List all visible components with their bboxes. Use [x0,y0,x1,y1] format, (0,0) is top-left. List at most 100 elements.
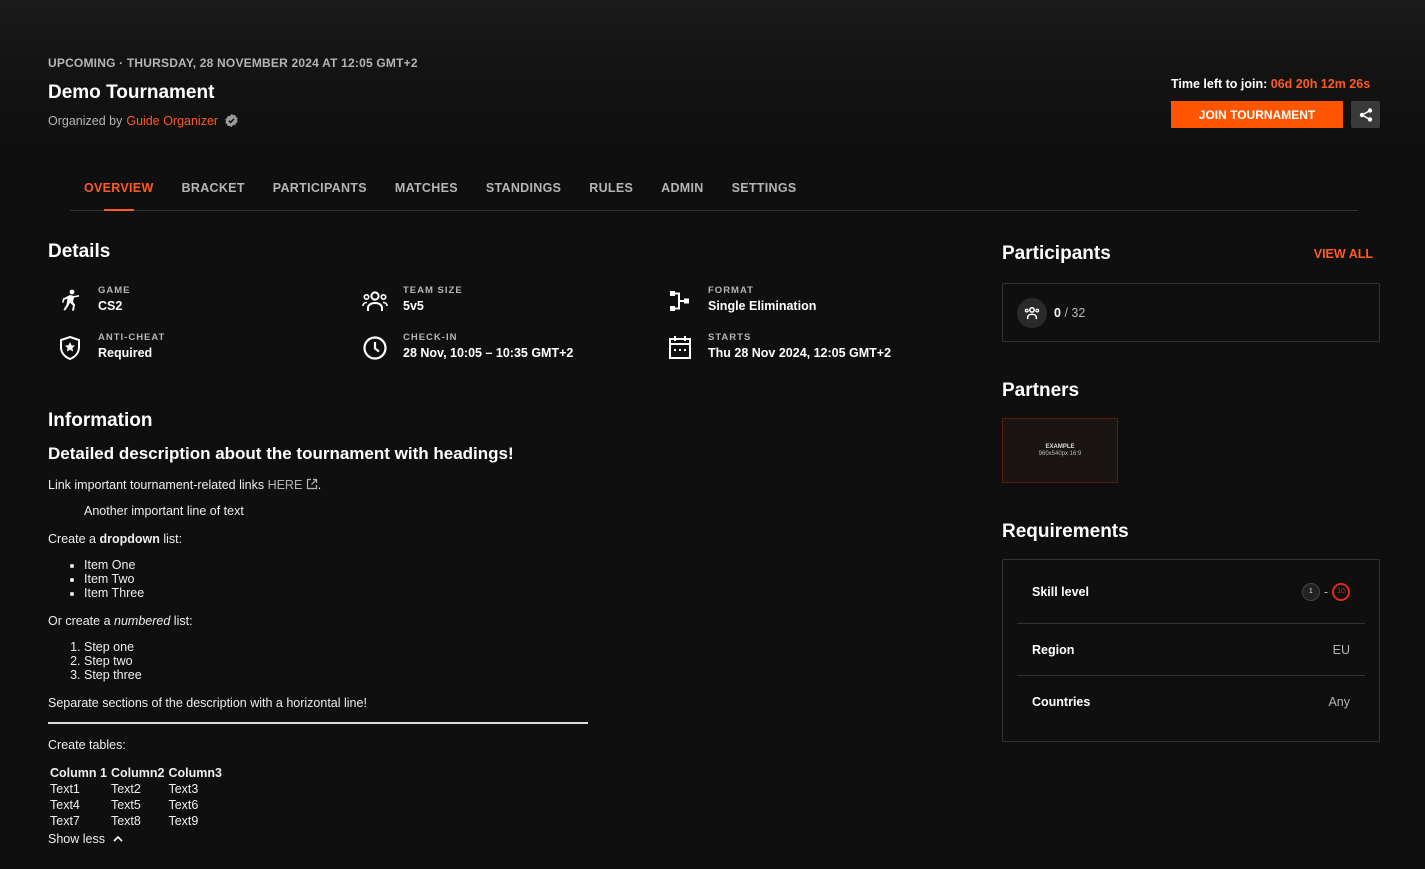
skill-max-badge: 10 [1332,582,1350,601]
detail-game: GAME CS2 [56,285,131,315]
partner-card-line1: EXAMPLE [1045,444,1075,450]
detail-value: 5v5 [403,299,424,313]
partners-title: Partners [1002,380,1080,401]
page-title: Demo Tournament [48,82,215,103]
share-button[interactable] [1351,101,1380,128]
participants-title: Participants [1002,243,1111,264]
tab-matches[interactable]: MATCHES [381,176,472,211]
table-cell: Text1 [50,782,80,796]
numbered-italic: numbered [114,614,171,628]
skill-separator: - [1323,584,1328,599]
skill-min-badge: 1 [1301,582,1320,601]
requirements-box: Skill level 1 - 10 Region EU Countries A… [1002,559,1380,742]
time-left-value: 06d 20h 12m 26s [1270,77,1371,91]
description-table: Column 1 Column2 Column3 Text1 Text2 Tex… [48,766,224,828]
skill-range: 1 - 10 [1301,582,1350,601]
shield-icon [56,334,84,362]
link-line-prefix: Link important tournament-related links [48,478,265,492]
time-left-label: Time left to join: [1171,77,1268,91]
description-heading: Detailed description about the tournamen… [48,444,514,463]
tab-participants[interactable]: PARTICIPANTS [259,176,381,211]
link-line: Link important tournament-related links … [48,478,608,492]
indented-line: Another important line of text [84,504,244,518]
detail-label: FORMAT [708,285,754,296]
detail-label: STARTS [708,332,752,343]
tab-settings[interactable]: SETTINGS [718,176,811,211]
table-row: Text1 Text2 Text3 [48,780,224,796]
table-cell: Text7 [50,814,80,828]
tab-standings[interactable]: STANDINGS [472,176,575,211]
requirement-label: Skill level [1032,584,1089,599]
time-left: Time left to join: 06d 20h 12m 26s [1171,77,1380,91]
tab-bracket[interactable]: BRACKET [168,176,259,211]
organizer-link[interactable]: Guide Organizer [126,114,218,128]
requirement-label: Region [1032,642,1075,657]
detail-label: CHECK-IN [403,332,458,343]
table-header-row: Column 1 Column2 Column3 [48,766,224,780]
table-cell: Text4 [50,798,80,812]
tables-line: Create tables: [48,738,126,752]
list-item: Step one [84,640,608,654]
tab-rules[interactable]: RULES [575,176,647,211]
table-header: Column 1 [50,766,107,780]
numbered-list: Step one Step two Step three [48,640,608,682]
table-cell: Text5 [110,798,141,812]
dropdown-line: Create a dropdown list: [48,532,608,546]
numbered-prefix: Or create a [48,614,111,628]
join-tournament-button[interactable]: JOIN TOURNAMENT [1171,101,1343,128]
information-title: Information [48,410,153,431]
here-link[interactable]: HERE [268,478,318,492]
dropdown-suffix: list: [163,532,183,546]
participants-box: 0 / 32 [1002,283,1380,342]
detail-check-in: CHECK-IN 28 Nov, 10:05 – 10:35 GMT+2 [361,332,573,362]
numbered-suffix: list: [173,614,193,628]
list-item: Step three [84,668,608,682]
bullet-list: Item One Item Two Item Three [48,558,608,600]
join-area: Time left to join: 06d 20h 12m 26s JOIN … [1171,77,1380,128]
information-content: Detailed description about the tournamen… [48,444,608,846]
calendar-icon [666,334,694,362]
list-item: Item Three [84,586,608,600]
chevron-up-icon [113,835,123,842]
requirement-skill-level: Skill level 1 - 10 [1017,560,1365,624]
table-row: Text4 Text5 Text6 [48,796,224,812]
detail-starts: STARTS Thu 28 Nov 2024, 12:05 GMT+2 [666,332,891,362]
share-icon [1359,107,1372,122]
list-item: Item Two [84,572,608,586]
detail-label: TEAM SIZE [403,285,463,296]
detail-value: Required [98,346,153,360]
table-row: Text7 Text8 Text9 [48,812,224,828]
requirement-label: Countries [1032,695,1091,709]
detail-label: GAME [98,285,131,296]
view-all-link[interactable]: VIEW ALL [1314,247,1373,261]
detail-format: FORMAT Single Elimination [666,285,816,315]
detail-value: 28 Nov, 10:05 – 10:35 GMT+2 [403,346,574,360]
detail-value: CS2 [98,299,123,313]
requirement-region: Region EU [1017,624,1365,676]
team-icon [361,287,389,315]
team-icon [1017,297,1047,328]
detail-anti-cheat: ANTI-CHEAT Required [56,332,165,362]
tab-overview[interactable]: OVERVIEW [70,176,168,211]
partner-banner[interactable]: EXAMPLE 960x540px 16:9 [1002,418,1118,483]
dropdown-bold: dropdown [99,532,160,546]
table-cell: Text8 [110,814,141,828]
show-less-button[interactable]: Show less [48,832,608,846]
table-cell: Text3 [168,782,199,796]
table-cell: Text6 [168,798,199,812]
detail-label: ANTI-CHEAT [98,332,166,343]
player-icon [56,287,84,315]
tab-admin[interactable]: ADMIN [647,176,717,211]
separator-line-text: Separate sections of the description wit… [48,696,367,710]
table-header: Column2 [110,766,165,780]
table-cell: Text9 [168,814,199,828]
verified-icon [224,113,239,128]
requirement-countries: Countries Any [1017,676,1365,728]
list-item: Step two [84,654,608,668]
here-link-text: HERE [267,478,303,492]
participant-current: 0 [1054,305,1061,320]
participant-max: / 32 [1064,305,1086,320]
tournament-header: UPCOMING · THURSDAY, 28 NOVEMBER 2024 AT… [48,56,418,128]
organized-prefix: Organized by [48,113,123,128]
external-link-icon [306,478,317,490]
